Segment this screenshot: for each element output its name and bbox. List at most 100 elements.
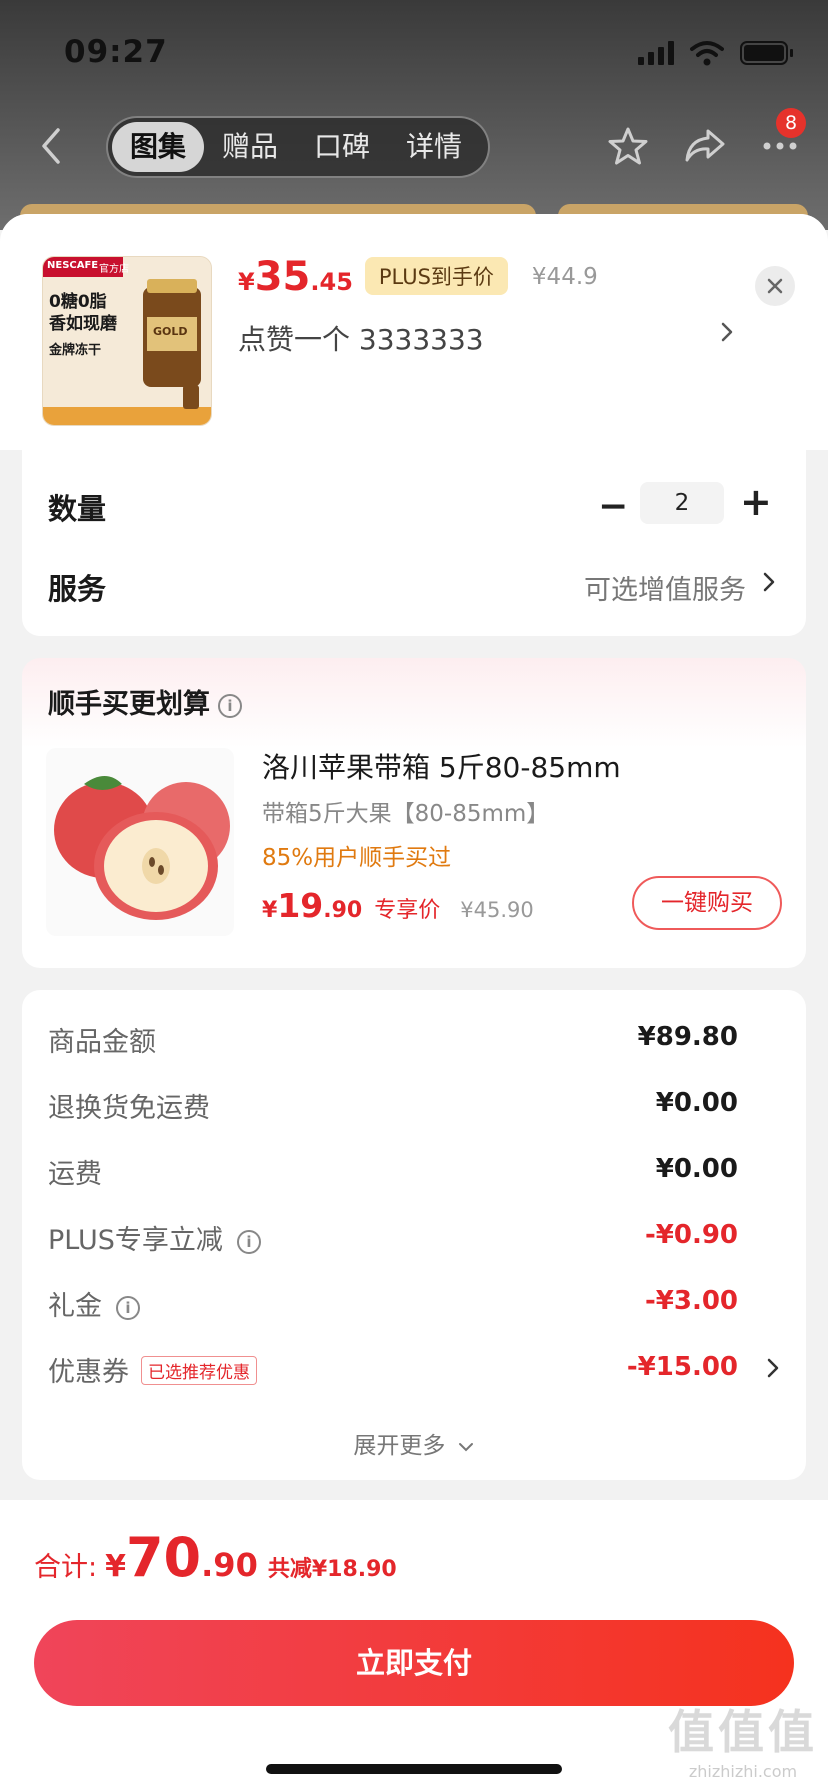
expand-more-label: 展开更多 (353, 1433, 446, 1459)
fee-row-coupon[interactable]: 优惠券 已选推荐优惠 -¥15.00 (48, 1350, 780, 1390)
total-label: 合计: (34, 1552, 98, 1583)
fee-label: 商品金额 (48, 1027, 156, 1058)
quantity-increase-button[interactable]: + (740, 480, 772, 524)
total-decimal: .90 (201, 1546, 258, 1584)
thumb-brand: NESCAFE (47, 260, 99, 271)
close-button[interactable] (755, 266, 795, 306)
upsell-price-decimal: .90 (323, 898, 363, 923)
nav-actions: 8 (608, 108, 806, 166)
upsell-title-text: 顺手买更划算 (48, 689, 210, 720)
pay-now-button[interactable]: 立即支付 (34, 1620, 794, 1706)
upsell-price: ¥ 19 .90 专享价 ¥45.90 (262, 886, 534, 925)
fee-value: ¥89.80 (637, 1022, 738, 1052)
thumb-store: 官方店 (99, 264, 129, 275)
plus-price-tag: PLUS到手价 (364, 257, 508, 295)
fee-label-text: 礼金 (48, 1291, 102, 1322)
fee-label: 退换货免运费 (48, 1093, 210, 1124)
tab-gifts[interactable]: 赠品 (204, 122, 296, 172)
price-decimal: .45 (310, 268, 353, 296)
fee-value: -¥0.90 (644, 1220, 738, 1250)
upsell-product-name[interactable]: 洛川苹果带箱 5斤80-85mm (262, 746, 621, 786)
tab-reviews[interactable]: 口碑 (296, 122, 388, 172)
wifi-icon (690, 41, 724, 66)
selected-variant[interactable]: 点赞一个 3333333 (238, 318, 484, 358)
chevron-down-icon (458, 1442, 473, 1451)
share-icon[interactable] (684, 128, 726, 164)
upsell-original-price: ¥45.90 (460, 898, 534, 922)
fee-value: -¥3.00 (644, 1286, 738, 1316)
expand-more-button[interactable]: 展开更多 (22, 1426, 806, 1460)
fee-value: -¥15.00 (626, 1352, 738, 1382)
watermark: 值值值 zhizhizhi.com (668, 1696, 818, 1781)
watermark-logo: 值值值 (668, 1705, 818, 1759)
service-label: 服务 (48, 572, 107, 606)
coupon-selected-tag: 已选推荐优惠 (141, 1356, 257, 1385)
fee-row-shipping: 运费 ¥0.00 (48, 1152, 780, 1192)
battery-icon (740, 41, 793, 65)
chevron-right-icon[interactable] (720, 320, 734, 344)
total-integer: 70 (125, 1526, 202, 1589)
quantity-decrease-button[interactable]: − (598, 486, 628, 527)
fee-value: ¥0.00 (655, 1088, 738, 1118)
status-bar: 09:27 (0, 0, 828, 100)
original-price: ¥44.9 (531, 264, 598, 290)
info-icon[interactable]: i (218, 693, 242, 718)
checkout-bar: 合计: ¥ 70 .90 共减¥18.90 立即支付 值值值 zhizhizhi… (0, 1500, 828, 1792)
product-nav-bar: 图集 赠品 口碑 详情 8 (0, 108, 828, 182)
service-option[interactable]: 可选增值服务 (584, 568, 746, 607)
price-breakdown-card: 商品金额 ¥89.80 退换货免运费 ¥0.00 运费 ¥0.00 PLUS专享… (22, 990, 806, 1480)
fee-label: 优惠券 已选推荐优惠 (48, 1350, 257, 1389)
exclusive-price-label: 专享价 (374, 898, 441, 923)
fee-row-goods-amount: 商品金额 ¥89.80 (48, 1020, 780, 1060)
tab-details[interactable]: 详情 (388, 122, 480, 172)
sheet-header: NESCAFE 官方店 0糖0脂 香如现磨 金牌冻干 GOLD ¥ 35 .45… (0, 214, 828, 450)
chevron-right-icon[interactable] (766, 1356, 780, 1380)
upsell-purchase-rate: 85%用户顺手买过 (262, 845, 452, 871)
fee-row-gift-money: 礼金 i -¥3.00 (48, 1284, 780, 1324)
status-icons (638, 40, 793, 66)
more-menu[interactable]: 8 (762, 108, 806, 166)
quantity-input[interactable]: 2 (640, 482, 724, 524)
favorite-star-icon[interactable] (608, 126, 648, 166)
price-currency: ¥ (238, 268, 255, 296)
back-icon[interactable] (38, 126, 64, 166)
signal-icon (638, 41, 674, 65)
thumb-jar-label: GOLD (153, 325, 188, 338)
chevron-right-icon[interactable] (762, 570, 776, 594)
apple-image (54, 776, 230, 920)
upsell-price-integer: 19 (277, 886, 324, 925)
fee-label: PLUS专享立减 i (48, 1218, 261, 1257)
info-icon[interactable]: i (236, 1229, 261, 1254)
nav-tabs: 图集 赠品 口碑 详情 (106, 116, 490, 178)
apple-product-image[interactable] (46, 748, 234, 936)
message-badge: 8 (776, 108, 806, 138)
close-icon (767, 278, 783, 294)
fee-row-plus-discount: PLUS专享立减 i -¥0.90 (48, 1218, 780, 1258)
product-price: ¥ 35 .45 PLUS到手价 ¥44.9 (238, 254, 598, 301)
quantity-service-card: 数量 − 2 + 服务 可选增值服务 (22, 450, 806, 636)
fee-row-return-shipping: 退换货免运费 ¥0.00 (48, 1086, 780, 1126)
fee-label-text: 优惠券 (48, 1357, 129, 1388)
upsell-title: 顺手买更划算 i (48, 682, 242, 721)
quantity-label: 数量 (48, 492, 107, 526)
watermark-url: zhizhizhi.com (688, 1762, 798, 1781)
upsell-price-currency: ¥ (262, 898, 278, 923)
price-integer: 35 (254, 254, 311, 300)
fee-value: ¥0.00 (655, 1154, 738, 1184)
tab-gallery[interactable]: 图集 (112, 122, 205, 172)
fee-label: 运费 (48, 1159, 102, 1190)
info-icon[interactable]: i (116, 1295, 140, 1320)
fee-label-text: PLUS专享立减 (48, 1225, 223, 1256)
status-time: 09:27 (64, 34, 168, 70)
upsell-product-spec: 带箱5斤大果【80-85mm】 (262, 801, 550, 827)
fee-label: 礼金 i (48, 1284, 140, 1323)
product-thumbnail: NESCAFE 官方店 0糖0脂 香如现磨 金牌冻干 GOLD (42, 256, 212, 426)
home-indicator (266, 1764, 562, 1774)
thumb-headline-2: 香如现磨 (49, 314, 117, 334)
total-discount: 共减¥18.90 (267, 1557, 397, 1582)
thumb-subtitle: 金牌冻干 (49, 343, 102, 358)
order-total: 合计: ¥ 70 .90 共减¥18.90 (34, 1526, 397, 1589)
total-currency: ¥ (105, 1549, 126, 1584)
one-click-buy-button[interactable]: 一键购买 (632, 876, 782, 930)
upsell-card: 顺手买更划算 i 洛川苹果带箱 5斤80-85mm 带箱5斤大果【80-85mm】… (22, 658, 806, 968)
